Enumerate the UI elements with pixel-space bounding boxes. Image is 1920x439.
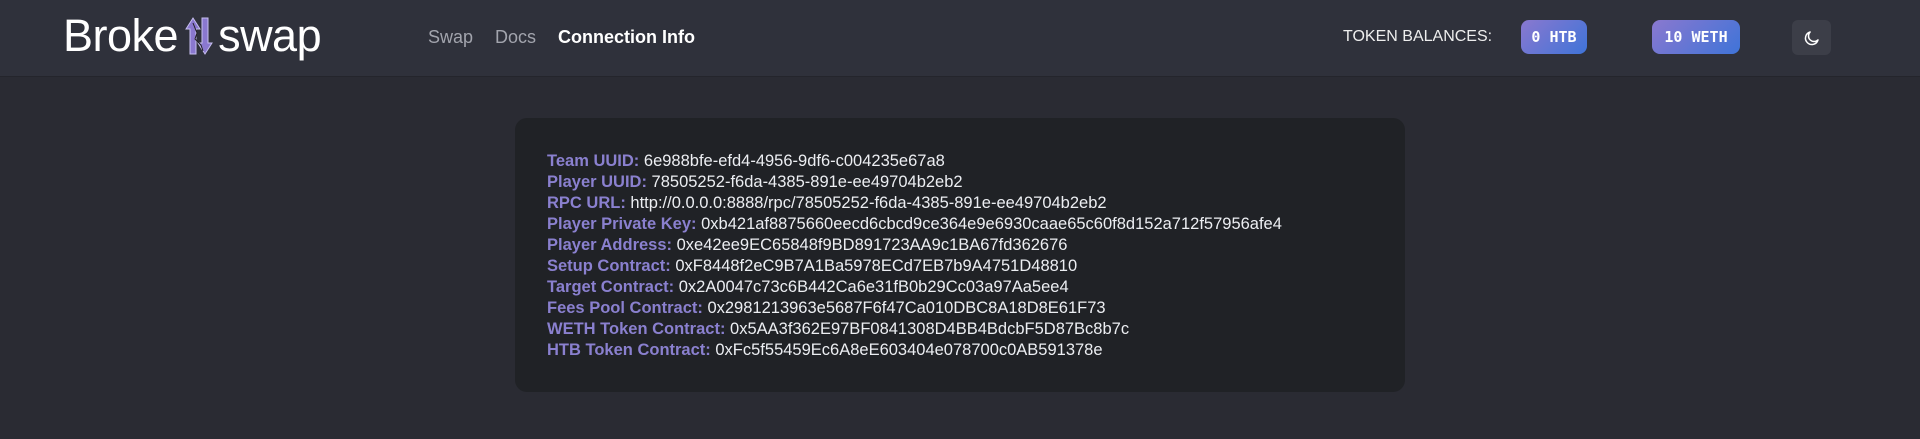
connection-info-list: Team UUID: 6e988bfe-efd4-4956-9df6-c0042… bbox=[547, 151, 1282, 361]
info-label: WETH Token Contract: bbox=[547, 320, 726, 338]
info-label: Team UUID: bbox=[547, 152, 640, 170]
token-balances-label: TOKEN BALANCES: bbox=[1343, 28, 1493, 45]
main-nav: Swap Docs Connection Info bbox=[428, 27, 695, 48]
connection-info-row: RPC URL: http://0.0.0.0:8888/rpc/7850525… bbox=[547, 193, 1282, 214]
info-label: Setup Contract: bbox=[547, 257, 671, 275]
info-label: Player Private Key: bbox=[547, 215, 697, 233]
info-label: Fees Pool Contract: bbox=[547, 299, 703, 317]
info-label: Player UUID: bbox=[547, 173, 647, 191]
connection-info-row: Player UUID: 78505252-f6da-4385-891e-ee4… bbox=[547, 172, 1282, 193]
connection-info-row: Fees Pool Contract: 0x2981213963e5687F6f… bbox=[547, 298, 1282, 319]
connection-info-row: Target Contract: 0x2A0047c73c6B442Ca6e31… bbox=[547, 277, 1282, 298]
info-value[interactable]: http://0.0.0.0:8888/rpc/78505252-f6da-43… bbox=[630, 194, 1106, 212]
connection-info-row: Team UUID: 6e988bfe-efd4-4956-9df6-c0042… bbox=[547, 151, 1282, 172]
info-value[interactable]: 0x2A0047c73c6B442Ca6e31fB0b29Cc03a97Aa5e… bbox=[679, 278, 1069, 296]
top-navbar: Broke swap Swap Docs Connection Info TOK… bbox=[0, 0, 1920, 77]
info-value[interactable]: 0xF8448f2eC9B7A1Ba5978ECd7EB7b9A4751D488… bbox=[675, 257, 1077, 275]
theme-toggle-button[interactable] bbox=[1792, 20, 1831, 55]
nav-docs[interactable]: Docs bbox=[495, 27, 536, 48]
connection-info-row: WETH Token Contract: 0x5AA3f362E97BF0841… bbox=[547, 319, 1282, 340]
info-value[interactable]: 0xe42ee9EC65848f9BD891723AA9c1BA67fd3626… bbox=[677, 236, 1068, 254]
nav-connection-info[interactable]: Connection Info bbox=[558, 27, 695, 48]
info-label: HTB Token Contract: bbox=[547, 341, 711, 359]
info-value[interactable]: 0xFc5f55459Ec6A8eE603404e078700c0AB59137… bbox=[715, 341, 1102, 359]
weth-balance-badge: 10 WETH bbox=[1652, 20, 1740, 54]
connection-info-row: Player Address: 0xe42ee9EC65848f9BD89172… bbox=[547, 235, 1282, 256]
info-value[interactable]: 0xb421af8875660eecd6cbcd9ce364e9e6930caa… bbox=[701, 215, 1282, 233]
logo-text-left: Broke bbox=[63, 10, 179, 61]
info-label: Player Address: bbox=[547, 236, 673, 254]
connection-info-row: HTB Token Contract: 0xFc5f55459Ec6A8eE60… bbox=[547, 340, 1282, 361]
nav-swap[interactable]: Swap bbox=[428, 27, 473, 48]
connection-info-row: Player Private Key: 0xb421af8875660eecd6… bbox=[547, 214, 1282, 235]
logo-text-right: swap bbox=[218, 10, 322, 61]
info-value[interactable]: 0x5AA3f362E97BF0841308D4BB4BdcbF5D87Bc8b… bbox=[730, 320, 1129, 338]
moon-icon bbox=[1804, 30, 1819, 45]
info-value[interactable]: 0x2981213963e5687F6f47Ca010DBC8A18D8E61F… bbox=[707, 299, 1105, 317]
info-label: RPC URL: bbox=[547, 194, 626, 212]
connection-info-row: Setup Contract: 0xF8448f2eC9B7A1Ba5978EC… bbox=[547, 256, 1282, 277]
info-value[interactable]: 6e988bfe-efd4-4956-9df6-c004235e67a8 bbox=[644, 152, 945, 170]
htb-balance-badge: 0 HTB bbox=[1521, 20, 1587, 54]
info-label: Target Contract: bbox=[547, 278, 675, 296]
info-value[interactable]: 78505252-f6da-4385-891e-ee49704b2eb2 bbox=[652, 173, 963, 191]
brokeswap-logo[interactable]: Broke swap bbox=[63, 10, 322, 62]
connection-info-card: Team UUID: 6e988bfe-efd4-4956-9df6-c0042… bbox=[515, 118, 1405, 392]
swap-arrows-logo-icon bbox=[185, 17, 213, 55]
